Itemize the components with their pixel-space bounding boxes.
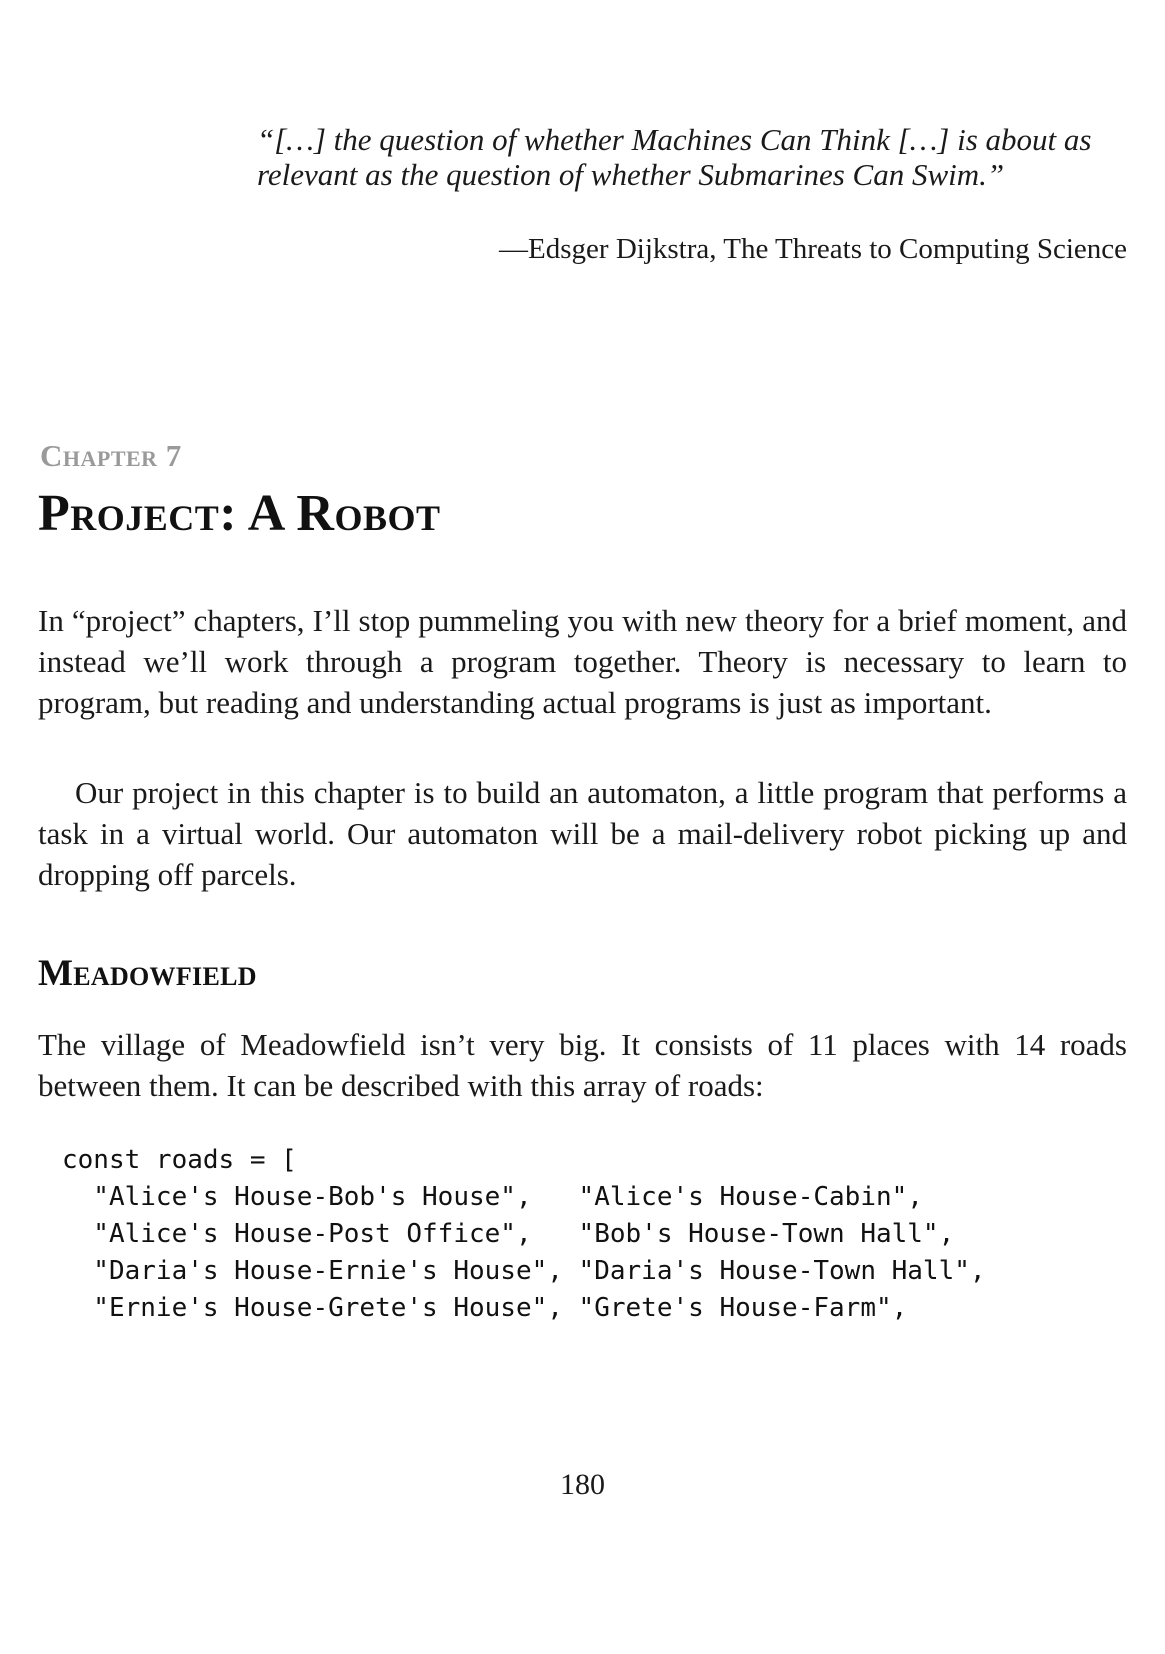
code-line: "Alice's House-Bob's House", "Alice's Ho… <box>62 1182 923 1212</box>
epigraph-attribution: —Edsger Dijkstra, The Threats to Computi… <box>499 233 1127 265</box>
chapter-title: Project: A Robot <box>38 485 441 542</box>
code-block: const roads = [ "Alice's House-Bob's Hou… <box>62 1142 986 1327</box>
code-line: "Daria's House-Ernie's House", "Daria's … <box>62 1256 986 1286</box>
epigraph-quote: “[…] the question of whether Machines Ca… <box>257 122 1092 192</box>
chapter-label: Chapter 7 <box>40 438 182 473</box>
section-title: Meadowfield <box>38 953 257 994</box>
code-line: const roads = [ <box>62 1145 297 1175</box>
section-paragraph: The village of Meadowfield isn’t very bi… <box>38 1027 1127 1103</box>
page-number: 180 <box>560 1468 605 1501</box>
code-line: "Ernie's House-Grete's House", "Grete's … <box>62 1293 908 1323</box>
project-paragraph: Our project in this chapter is to build … <box>38 775 1127 892</box>
code-line: "Alice's House-Post Office", "Bob's Hous… <box>62 1219 955 1249</box>
intro-paragraph: In “project” chapters, I’ll stop pummeli… <box>38 603 1127 720</box>
